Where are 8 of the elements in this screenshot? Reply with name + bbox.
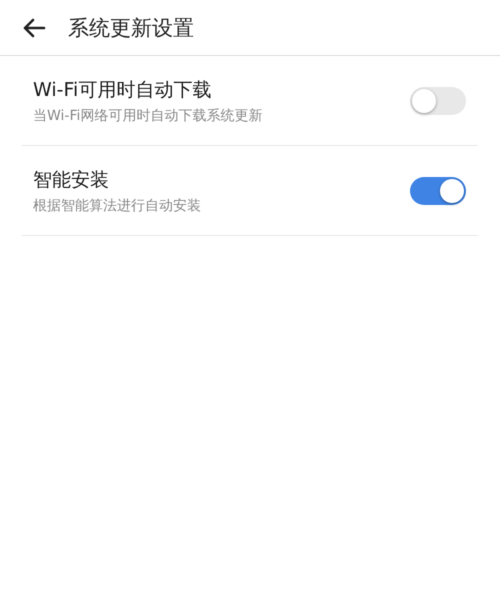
toggle-switch[interactable] — [410, 176, 466, 204]
page-title: 系统更新设置 — [68, 14, 194, 42]
setting-description: 当Wi-Fi网络可用时自动下载系统更新 — [33, 106, 262, 124]
toggle-switch[interactable] — [410, 86, 466, 114]
back-icon[interactable] — [22, 18, 46, 38]
setting-title: 智能安装 — [33, 168, 110, 192]
setting-title: Wi-Fi可用时自动下载 — [33, 78, 212, 102]
setting-description: 根据智能算法进行自动安装 — [33, 196, 201, 214]
